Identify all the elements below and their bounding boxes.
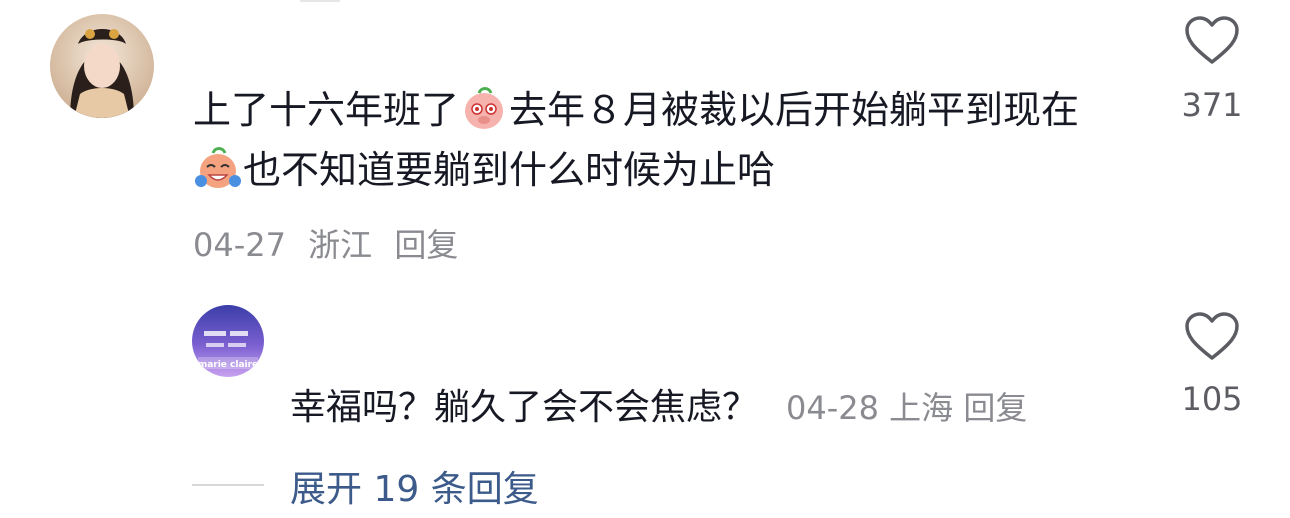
comment-meta: 04-27 浙江 回复 [193,220,470,266]
reply-avatar-text: marie claire [198,360,258,370]
reply-avatar[interactable]: marie claire [192,305,264,377]
reply-location: 上海 [889,389,954,427]
laughing-tears-icon [195,147,241,188]
expand-replies-button[interactable]: 展开 19 条回复 [290,460,539,512]
reply-button[interactable]: 回复 [394,226,458,264]
like-count: 371 [1181,86,1243,124]
comment-date: 04-27 [193,226,286,264]
heart-icon[interactable] [1184,16,1240,66]
reply-text-line: 幸福吗？躺久了会不会焦虑？ 04-28 上海 回复 [290,378,1027,430]
expand-divider [192,484,264,486]
top-edge-fragment [300,0,340,2]
comment-text-part: 去年８月被裁以后开始躺平到现在 [509,88,1080,132]
comment-text: 上了十六年班了 去年８月被裁以后开始躺平到现在 也不知道要躺到什么时候为止哈 [193,80,1153,200]
reply-date: 04-28 [786,389,879,427]
reply-reply-button[interactable]: 回复 [963,389,1027,427]
reply-like-count: 105 [1181,380,1243,418]
avatar[interactable] [50,14,154,118]
comment-location: 浙江 [308,226,373,264]
reply-text: 幸福吗？躺久了会不会焦虑？ [290,387,759,428]
pleading-face-icon [465,87,504,129]
comment-text-part: 上了十六年班了 [193,88,460,132]
comment-text-part: 也不知道要躺到什么时候为止哈 [243,148,776,192]
heart-icon[interactable] [1184,312,1240,362]
